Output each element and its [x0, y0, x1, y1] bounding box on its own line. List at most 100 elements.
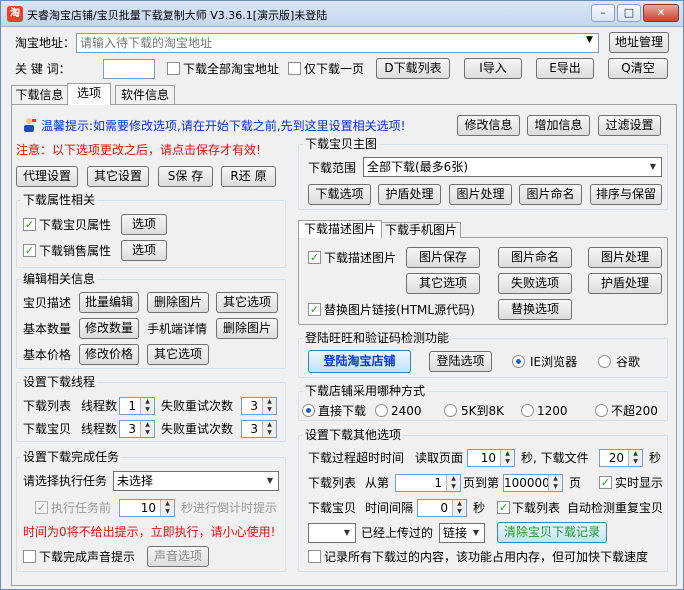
desc-shield-button[interactable]: 护盾处理 [588, 273, 662, 294]
main-window: 淘 天睿淘宝店铺/宝贝批量下载复制大师 V3.36.1[演示版]未登陆 – □ … [0, 0, 684, 590]
download-file-spinner[interactable]: 20 ▲ ▼ [599, 449, 643, 467]
dedup-checkbox[interactable]: ✓ [497, 501, 510, 514]
export-button[interactable]: E导出 [536, 58, 594, 79]
realtime-checkbox[interactable]: ✓ [599, 476, 612, 489]
desc-image-checkbox[interactable]: ✓ [308, 251, 321, 264]
to-page-spinner[interactable]: 100000 ▲ ▼ [503, 474, 563, 492]
main-download-option-button[interactable]: 下载选项 [308, 184, 371, 205]
one-page-checkbox[interactable] [288, 62, 301, 75]
item-thread-spinner[interactable]: 3 ▲ ▼ [119, 420, 155, 438]
mode-radio-1200[interactable] [521, 404, 534, 417]
minimize-button[interactable]: – [591, 4, 615, 22]
spin-arrows-icon[interactable]: ▲ ▼ [628, 450, 642, 466]
save-button[interactable]: S保 存 [158, 166, 213, 187]
mobile-delete-image-button[interactable]: 删除图片 [216, 318, 278, 339]
main-image-process-button[interactable]: 图片处理 [449, 184, 512, 205]
sale-attr-option-button[interactable]: 选项 [121, 240, 167, 261]
dedup-list-label: 下载列表 [512, 501, 561, 515]
address-manage-button[interactable]: 地址管理 [609, 32, 669, 53]
tab-desc-image[interactable]: 下载描述图片 [298, 220, 382, 238]
url-dropdown-icon[interactable]: ▼ [586, 35, 593, 45]
mode-radio-5k-8k[interactable] [444, 404, 457, 417]
replace-option-button[interactable]: 替换选项 [498, 299, 572, 320]
spin-arrows-icon[interactable]: ▲ ▼ [140, 421, 154, 437]
desc-image-name-button[interactable]: 图片命名 [498, 247, 572, 268]
image-save-button[interactable]: 图片保存 [406, 247, 480, 268]
tab-download-info[interactable]: 下载信息 [11, 85, 68, 105]
spin-arrows-icon[interactable]: ▲ ▼ [262, 421, 276, 437]
mode-radio-2400[interactable] [375, 404, 388, 417]
spin-arrows-icon[interactable]: ▲ ▼ [548, 475, 562, 491]
keyword-input[interactable] [103, 59, 155, 79]
price-other-option-button[interactable]: 其它选项 [147, 344, 209, 365]
desc-image-process-button[interactable]: 图片处理 [588, 247, 662, 268]
close-button[interactable]: ✕ [643, 4, 679, 22]
sale-attr-checkbox[interactable]: ✓ [23, 244, 36, 257]
list-thread-spinner[interactable]: 1 ▲ ▼ [119, 397, 155, 415]
chevron-down-icon: ▼ [266, 476, 274, 485]
delete-image-button[interactable]: 删除图片 [147, 292, 209, 313]
item-attr-checkbox[interactable]: ✓ [23, 218, 36, 231]
mode-label-direct: 直接下载 [318, 404, 367, 418]
attribute-group-title: 下载属性相关 [21, 193, 98, 207]
main-image-name-button[interactable]: 图片命名 [519, 184, 582, 205]
mobile-detail-label: 手机端详情 [147, 322, 208, 336]
read-page-spinner[interactable]: 10 ▲ ▼ [467, 449, 515, 467]
tab-software-info[interactable]: 软件信息 [115, 85, 175, 105]
mode-radio-under-200[interactable] [595, 404, 608, 417]
download-list-button[interactable]: D下载列表 [376, 58, 450, 79]
edit-qty-button[interactable]: 修改数量 [79, 318, 139, 339]
tab-options[interactable]: 选项 [67, 83, 111, 105]
desc-other-option-button[interactable]: 其它选项 [406, 273, 480, 294]
before-task-checkbox[interactable]: ✓ [35, 501, 48, 514]
add-info-button[interactable]: 增加信息 [527, 115, 590, 136]
sound-option-button[interactable]: 声音选项 [147, 546, 209, 567]
chevron-down-icon: ▼ [649, 162, 657, 171]
uploaded-select[interactable]: ▼ [308, 523, 356, 543]
replace-link-checkbox[interactable]: ✓ [308, 303, 321, 316]
before-task-spinner[interactable]: 10 ▲ ▼ [119, 499, 175, 517]
title-bar[interactable]: 淘 天睿淘宝店铺/宝贝批量下载复制大师 V3.36.1[演示版]未登陆 – □ … [1, 1, 683, 27]
tip-person-icon [21, 117, 36, 133]
url-input[interactable]: 请输入待下载的淘宝地址 [76, 33, 599, 53]
tab-mobile-image[interactable]: 下载手机图片 [381, 222, 461, 238]
sort-keep-button[interactable]: 排序与保留 [590, 184, 662, 205]
login-shop-button[interactable]: 登陆淘宝店铺 [308, 350, 411, 373]
import-button[interactable]: I导入 [464, 58, 522, 79]
chrome-radio[interactable] [598, 355, 611, 368]
download-all-url-checkbox[interactable] [167, 62, 180, 75]
interval-spinner[interactable]: 0 ▲ ▼ [417, 499, 467, 517]
ie-radio[interactable] [512, 355, 525, 368]
item-retry-spinner[interactable]: 3 ▲ ▼ [241, 420, 277, 438]
list-retry-spinner[interactable]: 3 ▲ ▼ [241, 397, 277, 415]
maximize-button[interactable]: □ [617, 4, 641, 22]
proxy-settings-button[interactable]: 代理设置 [16, 166, 78, 187]
desc-other-option-button[interactable]: 其它选项 [216, 292, 278, 313]
edit-price-button[interactable]: 修改价格 [79, 344, 139, 365]
sound-checkbox[interactable] [23, 550, 36, 563]
filter-settings-button[interactable]: 过滤设置 [598, 115, 661, 136]
main-shield-button[interactable]: 护盾处理 [378, 184, 441, 205]
task-select[interactable]: 未选择 ▼ [113, 471, 279, 491]
spin-arrows-icon[interactable]: ▲ ▼ [140, 398, 154, 414]
mode-radio-direct[interactable] [302, 404, 315, 417]
fail-option-button[interactable]: 失败选项 [498, 273, 572, 294]
spin-arrows-icon[interactable]: ▲ ▼ [262, 398, 276, 414]
clear-button[interactable]: Q清空 [608, 58, 668, 79]
record-checkbox[interactable] [308, 550, 321, 563]
from-page-spinner[interactable]: 1 ▲ ▼ [395, 474, 461, 492]
spin-arrows-icon[interactable]: ▲ ▼ [160, 500, 174, 516]
batch-edit-button[interactable]: 批量编辑 [79, 292, 139, 313]
clear-records-button[interactable]: 清除宝贝下载记录 [497, 522, 607, 543]
link-select[interactable]: 链接 ▼ [439, 523, 485, 543]
item-attr-option-button[interactable]: 选项 [121, 214, 167, 235]
mode-label-under-200: 不超200 [611, 404, 658, 418]
edit-info-button[interactable]: 修改信息 [457, 115, 520, 136]
restore-button[interactable]: R还 原 [221, 166, 276, 187]
spin-arrows-icon[interactable]: ▲ ▼ [446, 475, 460, 491]
login-option-button[interactable]: 登陆选项 [429, 351, 492, 372]
range-select[interactable]: 全部下载(最多6张) ▼ [363, 157, 662, 177]
spin-arrows-icon[interactable]: ▲ ▼ [500, 450, 514, 466]
spin-arrows-icon[interactable]: ▲ ▼ [452, 500, 466, 516]
other-settings-button[interactable]: 其它设置 [87, 166, 149, 187]
